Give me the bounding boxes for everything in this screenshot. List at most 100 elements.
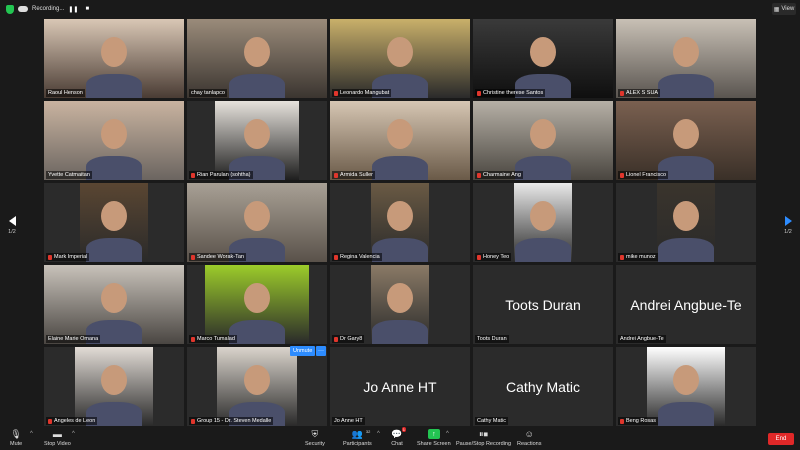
participant-tile[interactable]: Marco Tumalad (187, 265, 327, 344)
participant-name: Andrei Angbue-Te (620, 336, 664, 342)
participant-name: Yvette Catmaitan (48, 172, 90, 178)
previous-page-button[interactable]: 1/2 (2, 205, 22, 245)
participant-tile[interactable]: Elaine Marie Omana (44, 265, 184, 344)
participant-body (372, 156, 428, 180)
participant-face (673, 365, 699, 395)
video-options-caret[interactable]: ^ (72, 431, 75, 437)
participant-tile[interactable]: Regina Valencia (330, 183, 470, 262)
participant-face (530, 37, 556, 67)
participant-name: Elaine Marie Omana (48, 336, 99, 342)
participant-name-placeholder: Jo Anne HT (363, 378, 437, 395)
participant-tile[interactable]: Cathy Matic Cathy Matic (473, 347, 613, 426)
participant-face (387, 283, 413, 313)
mute-label: Mute (10, 441, 23, 447)
participant-body (515, 238, 571, 262)
participant-video (473, 101, 613, 180)
muted-mic-icon (334, 254, 338, 260)
participant-name: mike munoz (626, 254, 656, 260)
participant-name-placeholder: Andrei Angbue-Te (630, 296, 742, 313)
participant-video (647, 347, 725, 426)
participant-video (217, 347, 297, 426)
view-button[interactable]: ▦ View (772, 3, 796, 15)
participant-face (387, 37, 413, 67)
participants-button[interactable]: 👥 32 Participants (343, 429, 372, 448)
participant-name: Charmaine Ang (483, 172, 521, 178)
participant-tile[interactable]: Raoul Henson (44, 19, 184, 98)
participant-tile[interactable]: Dr Gary8 (330, 265, 470, 344)
participant-tile[interactable]: mike munoz (616, 183, 756, 262)
participants-label: Participants (343, 441, 372, 447)
participant-tile[interactable]: Charmaine Ang (473, 101, 613, 180)
participant-face (387, 119, 413, 149)
participant-name: Dr Gary8 (340, 336, 363, 342)
participant-tile[interactable]: chay tanlapco (187, 19, 327, 98)
security-button[interactable]: ⛨ Security (305, 429, 325, 448)
pause-recording-icon[interactable]: ❚❚ (68, 4, 78, 14)
participant-name: Beng Rosas (626, 418, 656, 424)
participant-body (658, 238, 714, 262)
participant-name-label: mike munoz (618, 253, 658, 261)
chat-badge: 1 (401, 427, 406, 432)
participant-tile[interactable]: Andrei Angbue-Te Andrei Angbue-Te (616, 265, 756, 344)
muted-mic-icon (477, 254, 481, 260)
muted-mic-icon (334, 90, 338, 96)
participant-tile[interactable]: Leonardo Mangubat (330, 19, 470, 98)
participant-face (673, 119, 699, 149)
participant-tile[interactable]: Yvette Catmaitan (44, 101, 184, 180)
participant-name-label: Marco Tumalad (189, 335, 237, 343)
participant-video (215, 101, 299, 180)
participant-tile[interactable]: Armida Suller (330, 101, 470, 180)
participant-name-label: Rian Parulan (sohtha) (189, 171, 253, 179)
participant-tile[interactable]: Jo Anne HT Jo Anne HT (330, 347, 470, 426)
participant-name: Jo Anne HT (334, 418, 363, 424)
grid-icon: ▦ (773, 6, 780, 13)
chat-button[interactable]: 💬 1 Chat (391, 427, 406, 447)
participant-face (244, 283, 270, 313)
stop-video-button[interactable]: ▬ Stop Video (44, 429, 71, 447)
participant-tile[interactable]: Toots Duran Toots Duran (473, 265, 613, 344)
recording-label: Recording... (32, 6, 65, 12)
participant-face (101, 37, 127, 67)
participant-name-label: Armida Suller (332, 171, 376, 179)
participant-tile[interactable]: Honey Teo (473, 183, 613, 262)
participant-tile[interactable]: Beng Rosas (616, 347, 756, 426)
cloud-recording-icon (18, 6, 28, 12)
participant-tile[interactable]: Angeles de Leon (44, 347, 184, 426)
participant-tile[interactable]: Lionel Francisco (616, 101, 756, 180)
end-meeting-button[interactable]: End (768, 433, 794, 445)
muted-mic-icon (191, 172, 195, 178)
participant-tile[interactable]: Mark Imperial (44, 183, 184, 262)
participant-name: Lionel Francisco (626, 172, 667, 178)
participant-tile[interactable]: Christine therese Santos (473, 19, 613, 98)
unmute-button[interactable]: Unmute (290, 346, 316, 356)
participant-tile[interactable]: Rian Parulan (sohtha) (187, 101, 327, 180)
share-options-caret[interactable]: ^ (446, 431, 449, 437)
next-page-button[interactable]: 1/2 (778, 205, 798, 245)
participant-name: Group 15 - Dr. Steven Medalle (197, 418, 272, 424)
pause-stop-recording-button[interactable]: ⏸⏹ Pause/Stop Recording (456, 429, 511, 448)
muted-mic-icon (334, 336, 338, 342)
participants-options-caret[interactable]: ^ (377, 431, 380, 437)
participant-tile[interactable]: Sandee Worak-Tan (187, 183, 327, 262)
reactions-icon: ☺ (524, 429, 534, 439)
participant-body (372, 320, 428, 344)
participant-name-label: Toots Duran (475, 335, 509, 343)
shield-icon[interactable] (6, 4, 14, 14)
meeting-toolbar: 🎙 Mute ^ ▬ Stop Video ^ ⛨ Security 👥 32 P… (0, 427, 800, 450)
participant-face (101, 201, 127, 231)
participant-name-label: Jo Anne HT (332, 417, 365, 425)
participant-tile[interactable]: ALEX S SUA (616, 19, 756, 98)
mute-button[interactable]: 🎙 Mute (10, 429, 23, 448)
participant-face (387, 201, 413, 231)
participant-video (205, 265, 309, 344)
reactions-button[interactable]: ☺ Reactions (517, 429, 541, 447)
stop-recording-icon[interactable]: ■ (82, 4, 92, 14)
participant-face (530, 201, 556, 231)
participant-name-label: Cathy Matic (475, 417, 509, 425)
share-screen-icon: ↑ (427, 429, 440, 439)
audio-options-caret[interactable]: ^ (30, 431, 33, 437)
more-options-button[interactable]: ··· (316, 346, 326, 356)
participant-tile[interactable]: Group 15 - Dr. Steven Medalle (187, 347, 327, 426)
muted-mic-icon (334, 172, 338, 178)
participant-name-label: Lionel Francisco (618, 171, 669, 179)
